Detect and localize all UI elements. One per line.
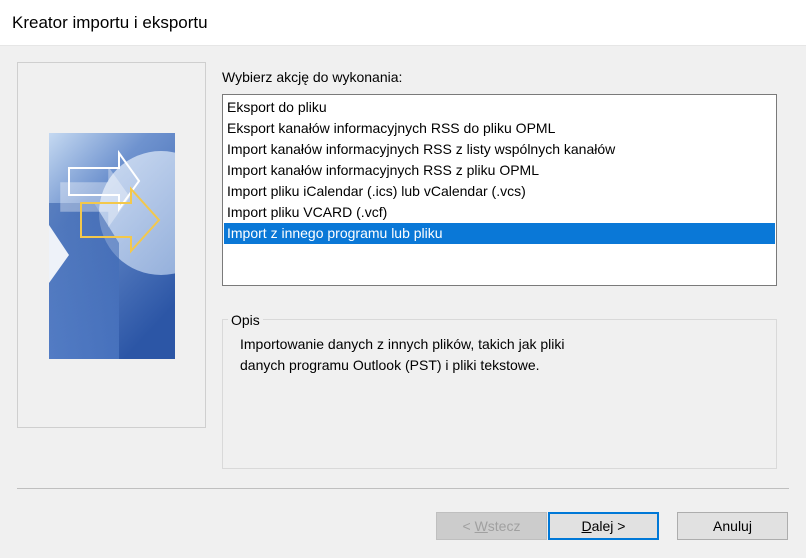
action-import-icalendar[interactable]: Import pliku iCalendar (.ics) lub vCalen… bbox=[224, 181, 775, 202]
next-button-access-key: D bbox=[581, 518, 592, 534]
description-line: Importowanie danych z innych plików, tak… bbox=[240, 336, 565, 352]
description-line: danych programu Outlook (PST) i pliki te… bbox=[240, 357, 540, 373]
cancel-button-label: Anuluj bbox=[713, 518, 752, 534]
action-import-rss-opml[interactable]: Import kanałów informacyjnych RSS z plik… bbox=[224, 160, 775, 181]
import-export-arrows-icon bbox=[49, 133, 175, 359]
action-export-rss-opml[interactable]: Eksport kanałów informacyjnych RSS do pl… bbox=[224, 118, 775, 139]
cancel-button[interactable]: Anuluj bbox=[677, 512, 788, 540]
next-button-label: alej > bbox=[591, 518, 626, 534]
back-button-access-key: W bbox=[474, 518, 488, 534]
window-title: Kreator importu i eksportu bbox=[12, 13, 208, 32]
back-button-prefix: < bbox=[462, 518, 475, 534]
title-bar: Kreator importu i eksportu bbox=[0, 0, 806, 46]
back-button-label: stecz bbox=[487, 518, 521, 534]
wizard-illustration-panel bbox=[17, 62, 206, 428]
separator-line bbox=[17, 488, 789, 489]
action-listbox[interactable]: Eksport do pliku Eksport kanałów informa… bbox=[222, 94, 777, 286]
action-import-other-program[interactable]: Import z innego programu lub pliku bbox=[224, 223, 775, 244]
back-button[interactable]: < Wstecz bbox=[436, 512, 547, 540]
description-text: Importowanie danych z innych plików, tak… bbox=[240, 334, 640, 376]
description-legend: Opis bbox=[228, 312, 263, 328]
action-import-rss-common-list[interactable]: Import kanałów informacyjnych RSS z list… bbox=[224, 139, 775, 160]
action-import-vcard[interactable]: Import pliku VCARD (.vcf) bbox=[224, 202, 775, 223]
action-export-to-file[interactable]: Eksport do pliku bbox=[224, 97, 775, 118]
next-button[interactable]: Dalej > bbox=[548, 512, 659, 540]
action-prompt-label: Wybierz akcję do wykonania: bbox=[222, 69, 403, 85]
